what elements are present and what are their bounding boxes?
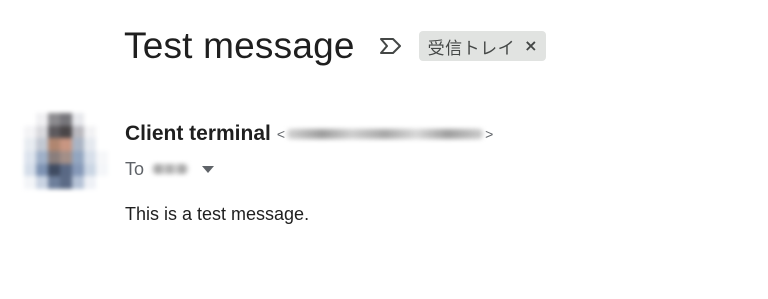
caret-down-icon[interactable]: [200, 161, 216, 177]
avatar-tile: [24, 113, 36, 126]
avatar-tile: [60, 150, 72, 164]
avatar-tile: [36, 125, 48, 139]
email-close-bracket: >: [485, 126, 494, 142]
avatar-tile: [84, 138, 96, 151]
email-subject: Test message: [124, 25, 355, 66]
avatar-tile: [96, 125, 108, 139]
sender-avatar: [24, 113, 108, 189]
avatar-tile: [84, 125, 96, 139]
avatar-tile: [60, 125, 72, 139]
avatar-tile: [96, 163, 108, 177]
avatar-tile: [96, 150, 108, 164]
avatar-tile: [48, 176, 60, 189]
remove-label-icon[interactable]: ×: [524, 38, 537, 54]
sender-name[interactable]: Client terminal: [125, 122, 271, 146]
avatar-tile: [60, 113, 72, 126]
avatar-tile: [84, 176, 96, 189]
avatar-tile: [60, 138, 72, 151]
avatar-tile: [24, 125, 36, 139]
avatar-tile: [36, 176, 48, 189]
avatar-tile: [24, 150, 36, 164]
avatar-tile: [60, 163, 72, 177]
avatar-tile: [48, 138, 60, 151]
avatar-tile: [72, 163, 84, 177]
avatar-tile: [60, 176, 72, 189]
label-chip-text: 受信トレイ: [427, 38, 516, 59]
avatar-tile: [48, 163, 60, 177]
importance-marker-icon[interactable]: [377, 35, 405, 57]
avatar-tile: [48, 125, 60, 139]
avatar-tile: [96, 138, 108, 151]
avatar-tile: [72, 138, 84, 151]
avatar-tile: [96, 176, 108, 189]
avatar-tile: [48, 150, 60, 164]
inbox-label-chip[interactable]: 受信トレイ ×: [418, 31, 546, 61]
redacted-recipient: [152, 164, 189, 174]
avatar-tile: [96, 113, 108, 126]
avatar-tile: [72, 150, 84, 164]
avatar-tile: [84, 150, 96, 164]
sender-email-redacted: < >: [277, 126, 493, 142]
avatar-tile: [36, 113, 48, 126]
avatar-tile: [48, 113, 60, 126]
avatar-tile: [36, 138, 48, 151]
subject-row: Test message 受信トレイ ×: [124, 22, 546, 70]
sender-line: Client terminal < >: [125, 120, 493, 148]
avatar-tile: [24, 176, 36, 189]
avatar-tile: [24, 138, 36, 151]
avatar-tile: [24, 163, 36, 177]
avatar-tile: [84, 163, 96, 177]
avatar-tile: [84, 113, 96, 126]
recipient-prefix: To: [125, 158, 145, 179]
message-body: This is a test message.: [125, 204, 310, 224]
avatar-tile: [36, 150, 48, 164]
email-open-bracket: <: [276, 126, 286, 142]
avatar-tile: [36, 163, 48, 177]
redacted-email-address: [287, 129, 484, 139]
avatar-tile: [72, 176, 84, 189]
avatar-tile: [72, 125, 84, 139]
recipient-line: To: [125, 156, 216, 182]
avatar-tile: [72, 113, 84, 126]
